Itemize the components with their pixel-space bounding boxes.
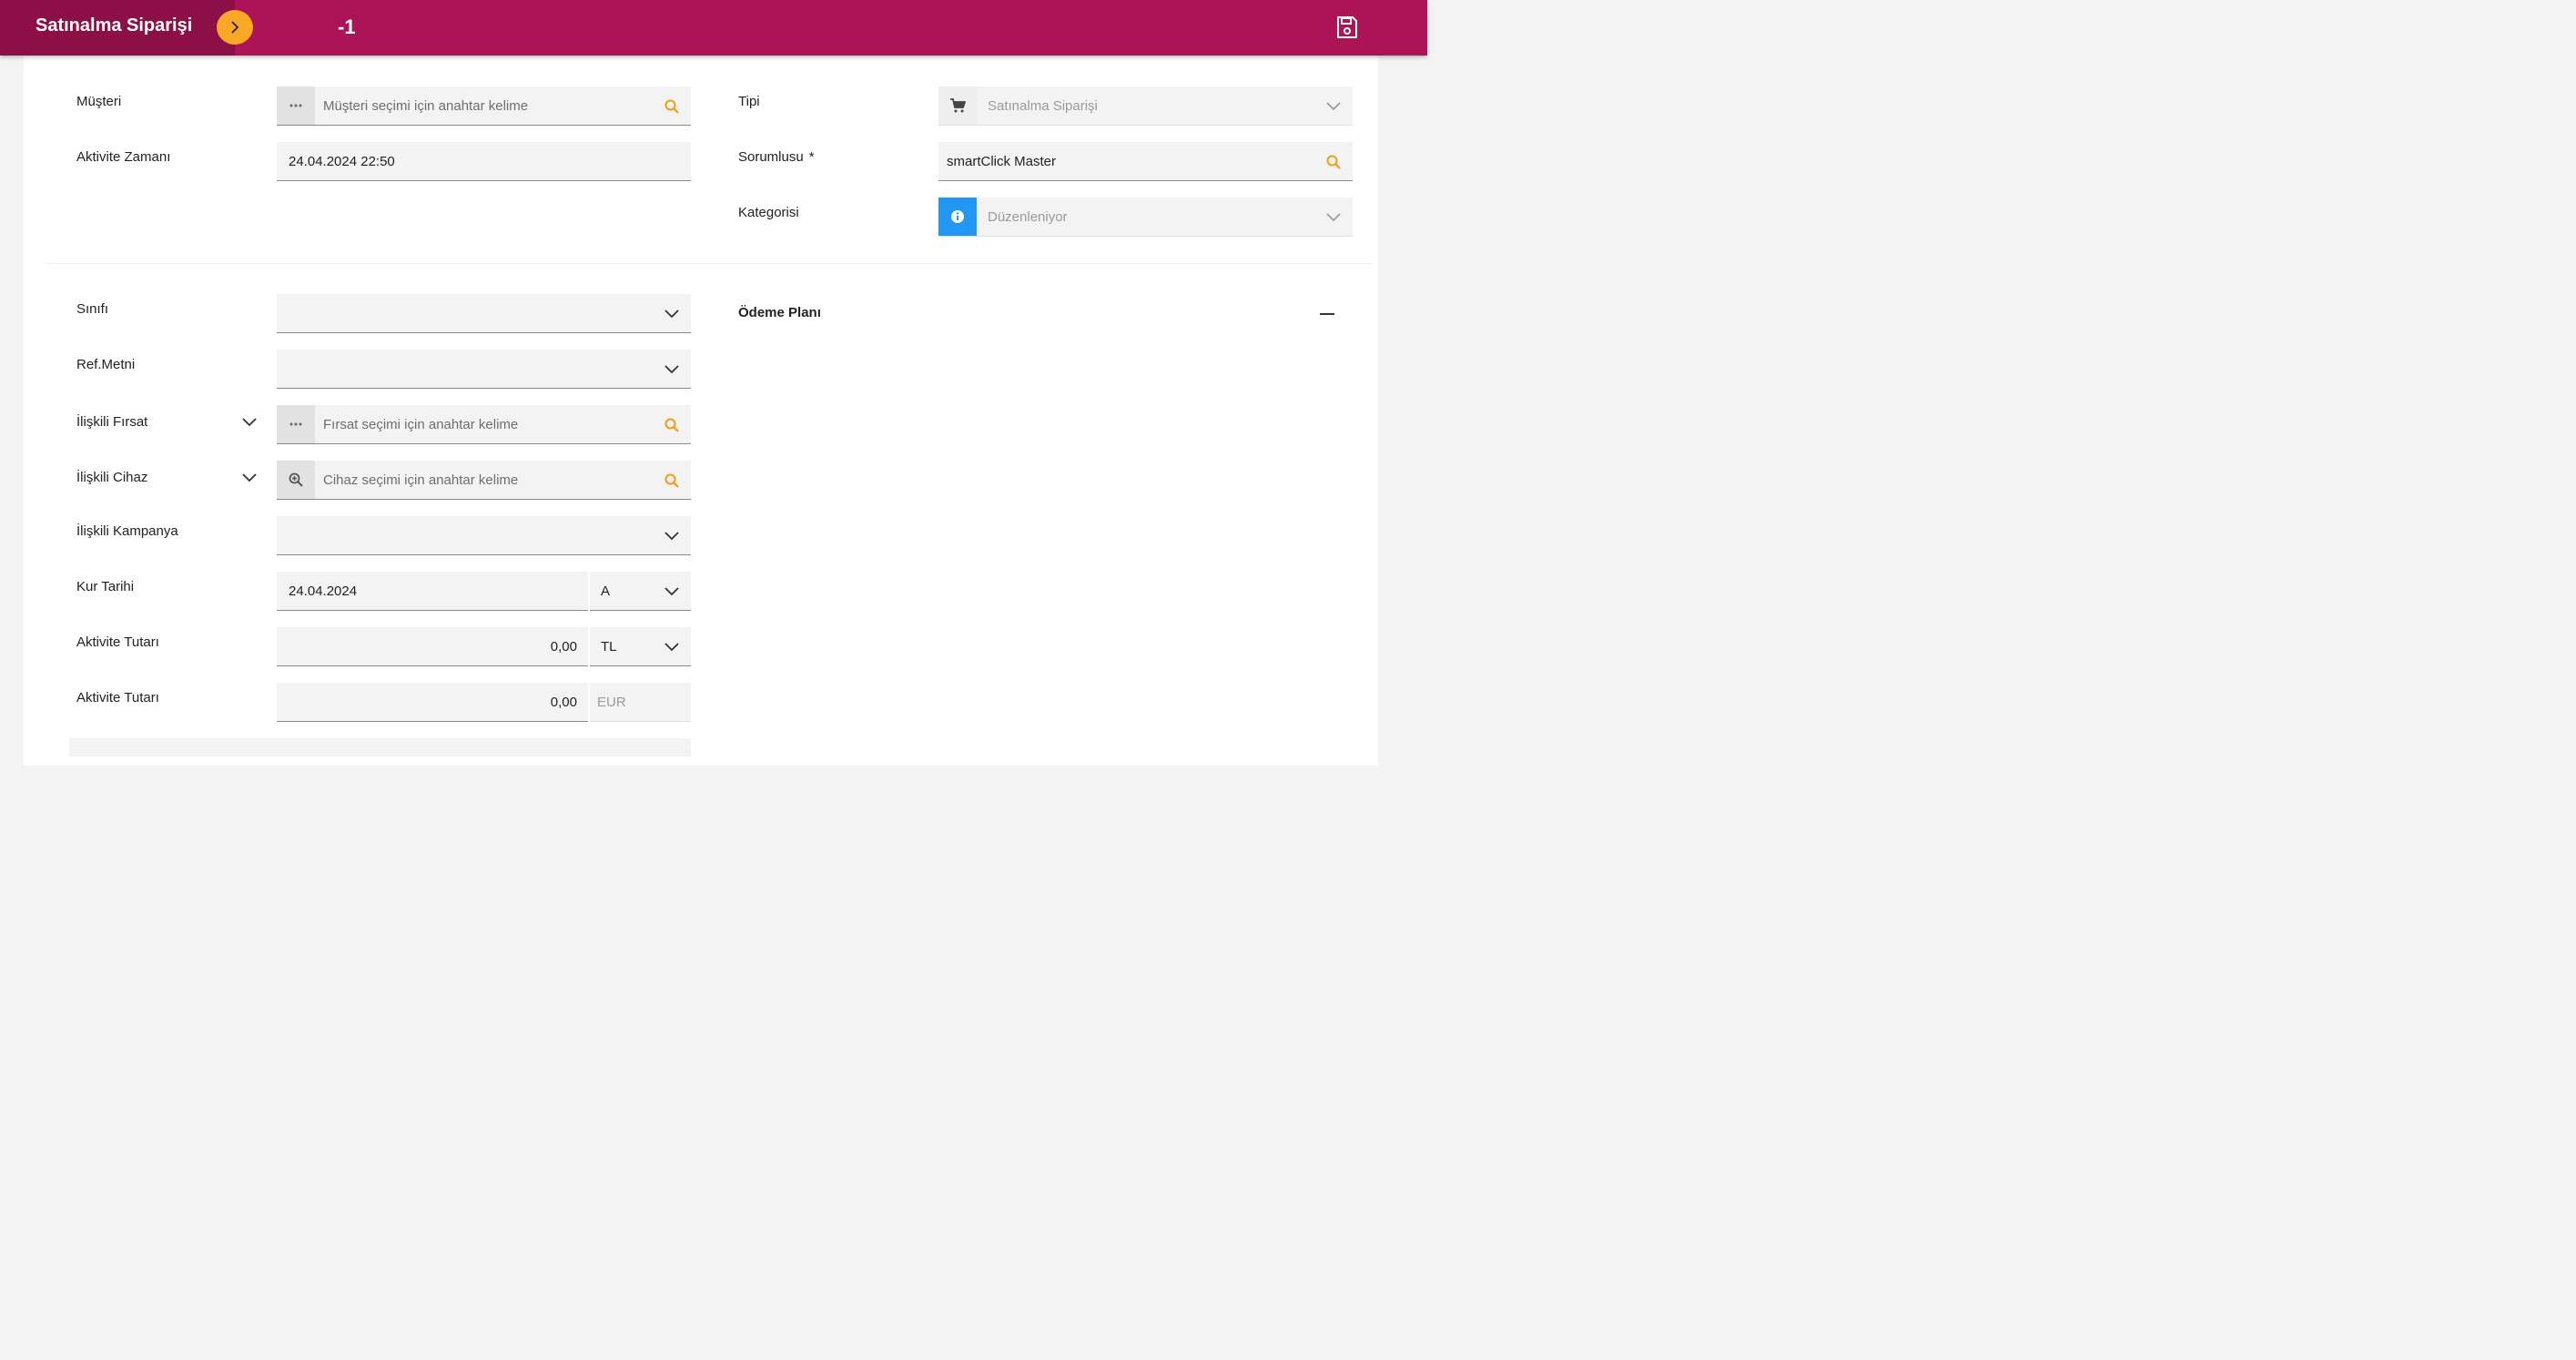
next-field-partial [69, 738, 691, 756]
musteri-label: Müşteri [76, 94, 122, 109]
kategorisi-select: Düzenleniyor [938, 198, 1353, 237]
chevron-right-icon [231, 21, 239, 34]
iliskili-firsat-label: İlişkili Fırsat [76, 414, 148, 430]
zoom-button[interactable] [277, 461, 315, 499]
aktivite-zamani-field[interactable]: 24.04.2024 22:50 [277, 142, 691, 181]
kur-tipi-select[interactable]: A [590, 572, 691, 611]
currency-value: TL [601, 639, 617, 655]
ellipsis-icon [289, 422, 302, 426]
kur-tarihi-input[interactable]: 24.04.2024 [289, 584, 357, 599]
chevron-down-icon [1326, 102, 1341, 111]
iliskili-firsat-input[interactable]: Fırsat seçimi için anahtar kelime [323, 417, 518, 432]
aktivite-tutari-field[interactable]: 0,00 [277, 627, 588, 666]
currency-eur-value: EUR [597, 695, 626, 710]
aktivite-zamani-label: Aktivite Zamanı [76, 149, 171, 165]
tipi-value: Satınalma Siparişi [988, 98, 1098, 114]
odeme-plani-heading: Ödeme Planı [738, 305, 821, 320]
chevron-down-icon [664, 365, 679, 374]
ellipsis-icon [289, 104, 302, 107]
ref-metni-label: Ref.Metni [76, 357, 136, 372]
iliskili-cihaz-field[interactable]: Cihaz seçimi için anahtar kelime [277, 461, 691, 500]
chevron-down-icon [664, 587, 679, 596]
floppy-disk-icon [1337, 16, 1357, 38]
sorumlusu-label-text: Sorumlusu [738, 149, 804, 165]
iliskili-firsat-search-button[interactable] [664, 417, 680, 433]
iliskili-kampanya-select[interactable] [277, 516, 691, 555]
chevron-down-icon [664, 532, 679, 541]
sorumlusu-field[interactable]: smartClick Master [938, 142, 1353, 181]
aktivite-tutari-input[interactable]: 0,00 [551, 639, 577, 655]
kategorisi-label: Kategorisi [738, 205, 799, 220]
chevron-down-icon [664, 310, 679, 319]
tipi-select: Satınalma Siparişi [938, 86, 1353, 126]
iliskili-cihaz-label: İlişkili Cihaz [76, 470, 148, 485]
info-icon [951, 210, 964, 223]
kur-tipi-dropdown-arrow[interactable] [664, 584, 680, 600]
sinifi-select[interactable] [277, 294, 691, 333]
aktivite-tutari-eur-label: Aktivite Tutarı [76, 690, 159, 705]
save-button[interactable] [1334, 14, 1360, 41]
aktivite-tutari-eur-input[interactable]: 0,00 [551, 695, 577, 710]
chevron-down-icon [242, 418, 257, 427]
iliskili-kampanya-dropdown-arrow[interactable] [664, 528, 680, 544]
kur-tarihi-label: Kur Tarihi [76, 579, 135, 594]
page-title: Satınalma Siparişi [35, 15, 193, 36]
iliskili-cihaz-search-button[interactable] [664, 472, 680, 489]
musteri-search-button[interactable] [664, 98, 680, 115]
more-button[interactable] [277, 86, 315, 125]
ref-metni-select[interactable] [277, 350, 691, 389]
zoom-in-icon [289, 472, 303, 487]
iliskili-firsat-field[interactable]: Fırsat seçimi için anahtar kelime [277, 405, 691, 444]
iliskili-firsat-expand-toggle[interactable] [241, 414, 258, 431]
iliskili-cihaz-expand-toggle[interactable] [241, 470, 258, 486]
odeme-plani-collapse-button[interactable] [1320, 313, 1334, 315]
sorumlusu-label: Sorumlusu * [738, 149, 815, 165]
iliskili-kampanya-label: İlişkili Kampanya [76, 523, 178, 539]
record-number: -1 [338, 15, 356, 38]
kategorisi-value: Düzenleniyor [988, 209, 1068, 225]
aktivite-tutari-label: Aktivite Tutarı [76, 634, 159, 650]
section-divider [47, 263, 1373, 264]
required-mark: * [808, 149, 815, 165]
sorumlusu-input[interactable]: smartClick Master [947, 154, 1056, 169]
currency-select[interactable]: TL [590, 627, 691, 666]
musteri-input[interactable]: Müşteri seçimi için anahtar kelime [323, 98, 528, 114]
tipi-label: Tipi [738, 94, 760, 109]
tipi-dropdown-arrow [1325, 98, 1342, 115]
search-icon [664, 473, 679, 488]
aktivite-tutari-eur-field[interactable]: 0,00 [277, 683, 588, 722]
kur-tipi-value: A [601, 584, 611, 599]
sinifi-dropdown-arrow[interactable] [664, 306, 680, 322]
more-button[interactable] [277, 405, 315, 443]
search-icon [664, 99, 679, 114]
ref-metni-dropdown-arrow[interactable] [664, 361, 680, 378]
chevron-down-icon [242, 473, 257, 482]
aktivite-zamani-input[interactable]: 24.04.2024 22:50 [289, 154, 395, 169]
search-icon [1326, 155, 1341, 169]
cart-prefix [938, 86, 977, 125]
shopping-cart-icon [950, 98, 966, 113]
iliskili-cihaz-input[interactable]: Cihaz seçimi için anahtar kelime [323, 472, 518, 488]
chevron-down-icon [1326, 213, 1341, 222]
sidebar-toggle-button[interactable] [217, 10, 253, 45]
chevron-down-icon [664, 643, 679, 652]
sorumlusu-search-button[interactable] [1325, 154, 1342, 170]
musteri-field[interactable]: Müşteri seçimi için anahtar kelime [277, 86, 691, 126]
currency-dropdown-arrow[interactable] [664, 639, 680, 655]
kur-tarihi-field[interactable]: 24.04.2024 [277, 572, 588, 611]
search-icon [664, 418, 679, 432]
sinifi-label: Sınıfı [76, 301, 109, 317]
kategorisi-dropdown-arrow [1325, 209, 1342, 226]
currency-eur-display: EUR [590, 683, 691, 722]
top-bar: Satınalma Siparişi -1 [0, 0, 1427, 56]
info-prefix [938, 198, 977, 236]
title-block: Satınalma Siparişi [0, 0, 235, 56]
